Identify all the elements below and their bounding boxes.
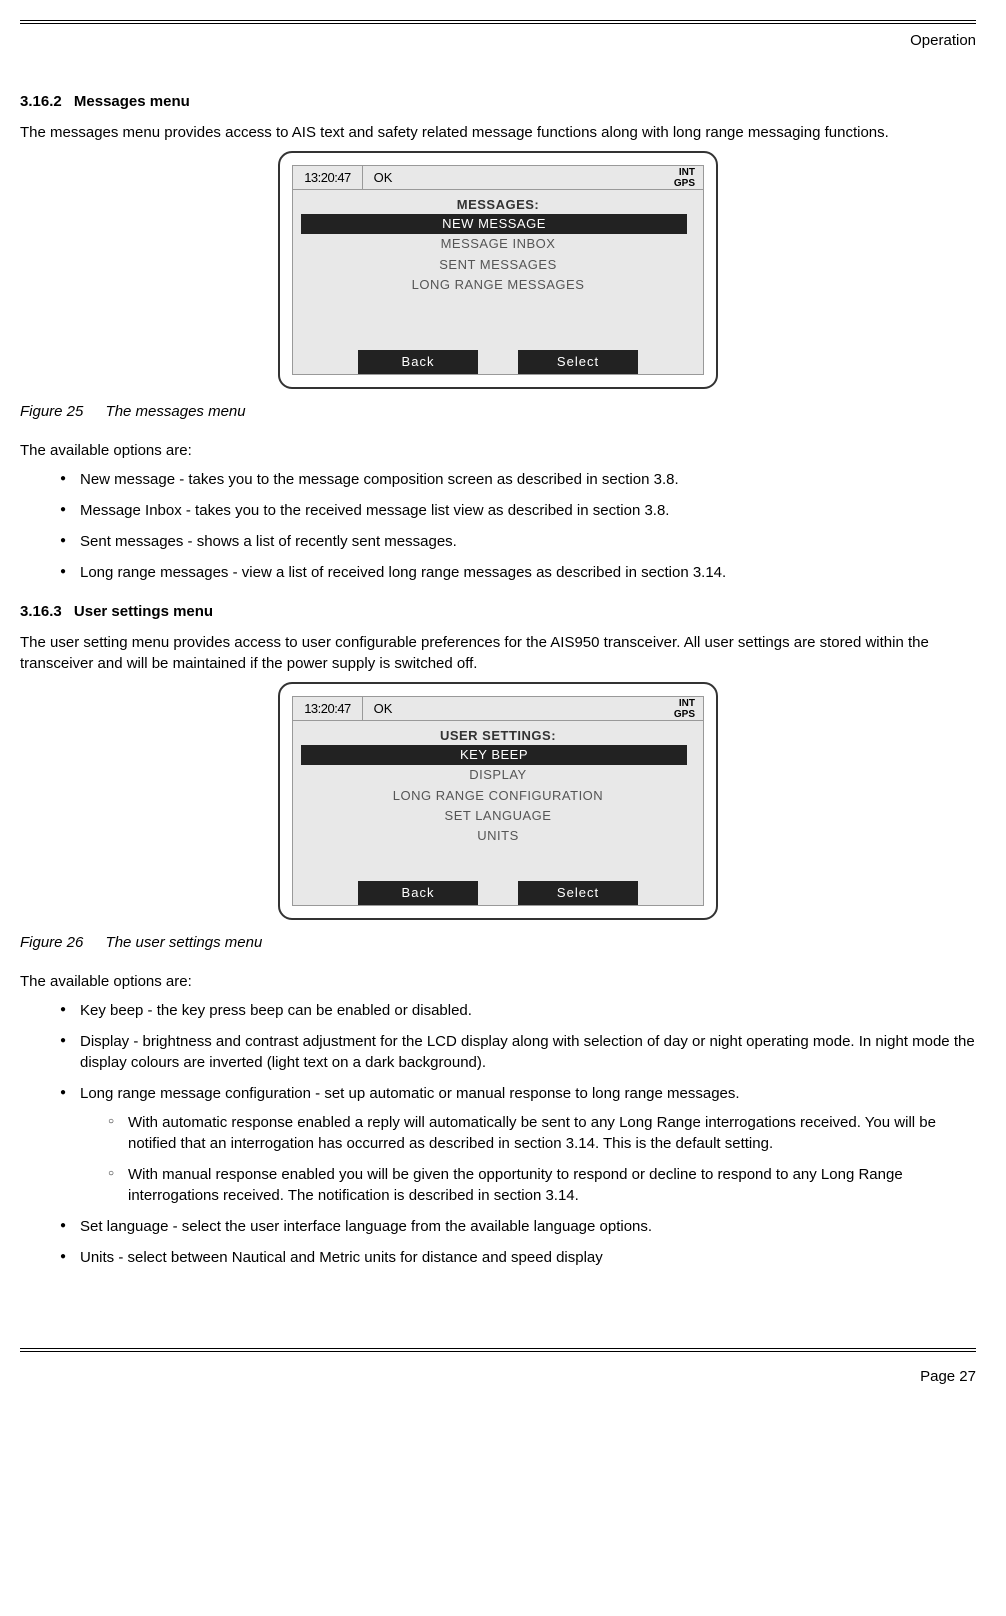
menu-item-display[interactable]: DISPLAY: [301, 765, 695, 785]
menu-item-units[interactable]: UNITS: [301, 826, 695, 846]
opt-sent-messages: Sent messages - shows a list of recently…: [60, 531, 976, 552]
section-heading-user-settings: 3.16.3 User settings menu: [20, 601, 976, 622]
figure-26-caption: Figure 26 The user settings menu: [20, 932, 976, 953]
opt-long-range-messages: Long range messages - view a list of rec…: [60, 562, 976, 583]
sub-manual-response: With manual response enabled you will be…: [108, 1164, 976, 1206]
opt-long-range-config-text: Long range message configuration - set u…: [80, 1085, 740, 1102]
section-title: Messages menu: [74, 93, 190, 110]
status-gps: INT GPS: [403, 697, 703, 720]
menu-item-set-language[interactable]: SET LANGUAGE: [301, 806, 695, 826]
menu-title: USER SETTINGS:: [301, 727, 695, 745]
status-int: INT: [679, 698, 695, 709]
opt-display: Display - brightness and contrast adjust…: [60, 1031, 976, 1073]
section-title: User settings menu: [74, 603, 213, 620]
sub-auto-response: With automatic response enabled a reply …: [108, 1112, 976, 1154]
softkey-bar: Back Select: [293, 881, 703, 905]
figure-25-caption: Figure 25 The messages menu: [20, 401, 976, 422]
lcd-status-bar: 13:20:47 OK INT GPS: [293, 697, 703, 721]
status-time: 13:20:47: [293, 697, 363, 720]
figure-26: 13:20:47 OK INT GPS USER SETTINGS: KEY B…: [20, 682, 976, 920]
menu-item-new-message[interactable]: NEW MESSAGE: [301, 214, 687, 234]
lcd-screen: 13:20:47 OK INT GPS MESSAGES: NEW MESSAG…: [292, 165, 704, 375]
footer-rule-2: [20, 1351, 976, 1352]
opt-long-range-config: Long range message configuration - set u…: [60, 1083, 976, 1206]
menu-item-key-beep[interactable]: KEY BEEP: [301, 745, 687, 765]
status-time: 13:20:47: [293, 166, 363, 189]
opt-new-message: New message - takes you to the message c…: [60, 469, 976, 490]
long-range-sublist: With automatic response enabled a reply …: [80, 1112, 976, 1206]
device-frame: 13:20:47 OK INT GPS MESSAGES: NEW MESSAG…: [278, 151, 718, 389]
softkey-bar: Back Select: [293, 350, 703, 374]
opt-key-beep: Key beep - the key press beep can be ena…: [60, 1000, 976, 1021]
figure-26-label: Figure 26: [20, 934, 83, 951]
footer-rule-1: [20, 1348, 976, 1349]
back-button[interactable]: Back: [358, 881, 478, 905]
section-number: 3.16.3: [20, 601, 62, 622]
section-heading-messages: 3.16.2 Messages menu: [20, 91, 976, 112]
lcd-screen: 13:20:47 OK INT GPS USER SETTINGS: KEY B…: [292, 696, 704, 906]
status-ok: OK: [363, 166, 403, 189]
figure-25-text: The messages menu: [106, 403, 246, 420]
status-gps-label: GPS: [674, 178, 695, 189]
status-gps-label: GPS: [674, 709, 695, 720]
options-intro-2: The available options are:: [20, 971, 976, 992]
menu-title: MESSAGES:: [301, 196, 695, 214]
options-list-1: New message - takes you to the message c…: [20, 469, 976, 583]
lcd-status-bar: 13:20:47 OK INT GPS: [293, 166, 703, 190]
select-button[interactable]: Select: [518, 350, 638, 374]
lcd-body: MESSAGES: NEW MESSAGE MESSAGE INBOX SENT…: [293, 190, 703, 350]
status-int: INT: [679, 167, 695, 178]
user-settings-intro: The user setting menu provides access to…: [20, 632, 976, 674]
options-intro-1: The available options are:: [20, 440, 976, 461]
menu-item-message-inbox[interactable]: MESSAGE INBOX: [301, 234, 695, 254]
opt-set-language: Set language - select the user interface…: [60, 1216, 976, 1237]
running-header: Operation: [20, 30, 976, 51]
figure-25: 13:20:47 OK INT GPS MESSAGES: NEW MESSAG…: [20, 151, 976, 389]
lcd-body: USER SETTINGS: KEY BEEP DISPLAY LONG RAN…: [293, 721, 703, 881]
status-ok: OK: [363, 697, 403, 720]
header-rule-2: [20, 23, 976, 24]
select-button[interactable]: Select: [518, 881, 638, 905]
messages-intro: The messages menu provides access to AIS…: [20, 122, 976, 143]
device-frame: 13:20:47 OK INT GPS USER SETTINGS: KEY B…: [278, 682, 718, 920]
menu-item-sent-messages[interactable]: SENT MESSAGES: [301, 255, 695, 275]
header-rule-1: [20, 20, 976, 21]
options-list-2: Key beep - the key press beep can be ena…: [20, 1000, 976, 1268]
menu-item-long-range-config[interactable]: LONG RANGE CONFIGURATION: [301, 786, 695, 806]
figure-26-text: The user settings menu: [106, 934, 263, 951]
opt-units: Units - select between Nautical and Metr…: [60, 1247, 976, 1268]
footer: Page 27: [20, 1348, 976, 1387]
section-number: 3.16.2: [20, 91, 62, 112]
back-button[interactable]: Back: [358, 350, 478, 374]
page-number: Page 27: [20, 1366, 976, 1387]
opt-message-inbox: Message Inbox - takes you to the receive…: [60, 500, 976, 521]
status-gps: INT GPS: [403, 166, 703, 189]
menu-item-long-range-messages[interactable]: LONG RANGE MESSAGES: [301, 275, 695, 295]
figure-25-label: Figure 25: [20, 403, 83, 420]
